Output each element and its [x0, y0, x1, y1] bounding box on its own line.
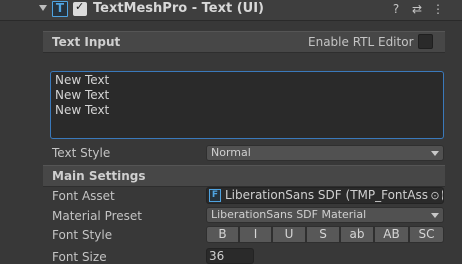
presets-icon[interactable]: ⇄: [409, 0, 425, 18]
smallcaps-button[interactable]: SC: [409, 226, 444, 243]
font-asset-value: LiberationSans SDF (TMP_FontAsset): [225, 188, 444, 202]
rtl-editor-checkbox[interactable]: [418, 34, 433, 49]
italic-button[interactable]: I: [239, 226, 272, 243]
foldout-arrow-icon[interactable]: [39, 5, 47, 11]
component-title: TextMeshPro - Text (UI): [93, 1, 264, 16]
text-input-section-label: Text Input: [52, 35, 121, 49]
text-input-area[interactable]: New Text New Text New Text: [50, 71, 444, 139]
help-icon[interactable]: ?: [388, 0, 404, 18]
font-asset-icon: F: [209, 189, 221, 202]
text-style-dropdown[interactable]: Normal: [206, 145, 444, 161]
text-style-label: Text Style: [52, 146, 111, 160]
material-preset-value: LiberationSans SDF Material: [211, 208, 367, 221]
more-menu-icon[interactable]: ⋮: [430, 0, 446, 18]
text-line: New Text: [55, 103, 110, 117]
uppercase-button[interactable]: AB: [374, 226, 409, 243]
rtl-editor-label: Enable RTL Editor: [308, 35, 414, 49]
strikethrough-button[interactable]: S: [306, 226, 340, 243]
bold-button[interactable]: B: [206, 226, 239, 243]
text-line: New Text: [55, 88, 110, 102]
text-style-value: Normal: [211, 146, 251, 159]
font-style-label: Font Style: [52, 228, 113, 242]
material-preset-dropdown[interactable]: LiberationSans SDF Material: [206, 207, 444, 223]
text-line: New Text: [55, 73, 110, 87]
textmeshpro-icon: T: [52, 1, 68, 17]
chevron-down-icon: [431, 213, 439, 218]
underline-button[interactable]: U: [272, 226, 306, 243]
main-settings-section-label: Main Settings: [52, 169, 146, 183]
font-asset-label: Font Asset: [52, 189, 115, 203]
lowercase-button[interactable]: ab: [340, 226, 374, 243]
checkmark-icon: ✓: [75, 0, 85, 13]
font-asset-field[interactable]: LiberationSans SDF (TMP_FontAsset): [206, 187, 444, 204]
object-picker-icon[interactable]: ⊙: [428, 188, 442, 203]
chevron-down-icon: [431, 151, 439, 156]
material-preset-label: Material Preset: [52, 209, 142, 223]
